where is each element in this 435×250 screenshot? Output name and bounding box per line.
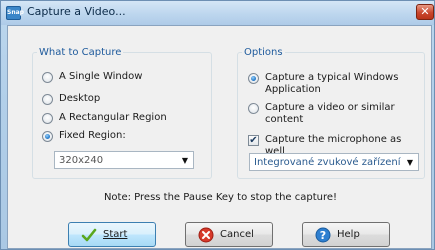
start-button[interactable]: Start bbox=[68, 222, 156, 247]
radio-fixed-region[interactable]: Fixed Region: bbox=[42, 130, 126, 142]
radio-label: Desktop bbox=[59, 93, 101, 104]
radio-single-window[interactable]: A Single Window bbox=[42, 71, 142, 83]
title-bar[interactable]: Snap Capture a Video... ✕ bbox=[1, 1, 434, 25]
radio-button[interactable] bbox=[42, 72, 53, 83]
what-to-capture-title: What to Capture bbox=[39, 47, 122, 58]
dropdown-arrow-icon: ▼ bbox=[181, 155, 189, 165]
radio-rectangular-region[interactable]: A Rectangular Region bbox=[42, 112, 167, 124]
dialog-content: What to Capture A Single Window Desktop … bbox=[7, 25, 432, 249]
help-label: Help bbox=[337, 229, 360, 240]
radio-label: Fixed Region: bbox=[59, 130, 126, 141]
window-title: Capture a Video... bbox=[27, 5, 126, 18]
capture-note: Note: Press the Pause Key to stop the ca… bbox=[103, 192, 338, 203]
cancel-icon bbox=[198, 227, 214, 243]
help-icon: ? bbox=[315, 227, 331, 243]
cancel-button[interactable]: Cancel bbox=[185, 222, 273, 247]
radio-button[interactable] bbox=[248, 103, 259, 114]
radio-button[interactable] bbox=[42, 131, 53, 142]
cancel-label: Cancel bbox=[220, 229, 254, 240]
start-label: Start bbox=[103, 229, 128, 240]
radio-button[interactable] bbox=[42, 113, 53, 124]
radio-video-content[interactable]: Capture a video or similar content bbox=[248, 102, 423, 126]
options-title: Options bbox=[244, 47, 283, 58]
region-size-value: 320x240 bbox=[59, 154, 104, 166]
close-button[interactable]: ✕ bbox=[416, 4, 434, 20]
radio-button[interactable] bbox=[42, 94, 53, 105]
help-button[interactable]: ? Help bbox=[302, 222, 390, 247]
svg-text:?: ? bbox=[320, 229, 326, 242]
capture-video-dialog: Snap Capture a Video... ✕ What to Captur… bbox=[0, 0, 435, 250]
radio-label: A Single Window bbox=[59, 71, 143, 82]
radio-label: A Rectangular Region bbox=[59, 112, 167, 123]
check-icon bbox=[81, 227, 97, 243]
radio-typical-windows-app[interactable]: Capture a typical Windows Application bbox=[248, 72, 418, 96]
radio-label: Capture a typical Windows Application bbox=[265, 72, 399, 95]
radio-desktop[interactable]: Desktop bbox=[42, 93, 100, 105]
audio-device-value: Integrované zvukové zařízení In bbox=[254, 156, 402, 168]
dropdown-arrow-icon: ▼ bbox=[406, 157, 414, 167]
app-icon: Snap bbox=[6, 6, 24, 20]
region-size-dropdown[interactable]: 320x240 ▼ bbox=[54, 151, 194, 169]
radio-label: Capture a video or similar content bbox=[265, 102, 395, 125]
radio-button[interactable] bbox=[248, 73, 259, 84]
audio-device-dropdown[interactable]: Integrované zvukové zařízení In ▼ bbox=[249, 153, 419, 171]
microphone-checkbox[interactable]: ✔ bbox=[248, 135, 259, 146]
